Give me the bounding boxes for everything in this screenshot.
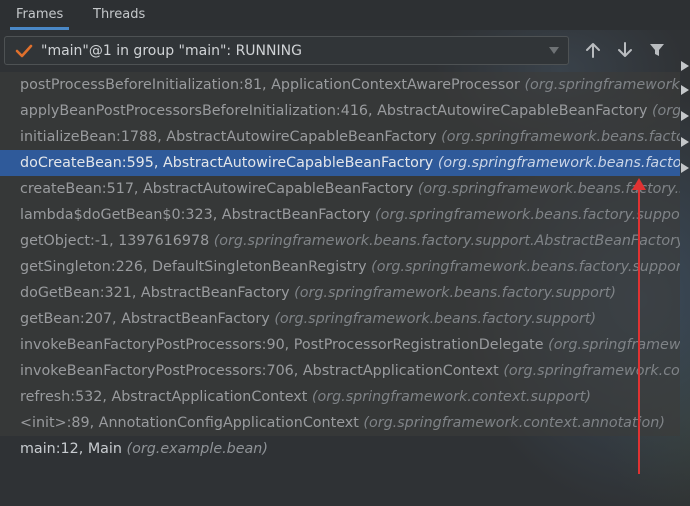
chevron-down-icon[interactable] bbox=[549, 47, 559, 55]
frame-method: initializeBean:1788, AbstractAutowireCap… bbox=[20, 129, 442, 145]
arrow-up-icon[interactable] bbox=[584, 41, 602, 59]
frame-row[interactable]: initializeBean:1788, AbstractAutowireCap… bbox=[0, 124, 680, 150]
frame-row[interactable]: refresh:532, AbstractApplicationContext … bbox=[0, 384, 680, 410]
arrow-down-icon[interactable] bbox=[616, 41, 634, 59]
thread-selector-value: "main"@1 in group "main": RUNNING bbox=[41, 43, 302, 59]
frame-method: <init>:89, AnnotationConfigApplicationCo… bbox=[20, 415, 364, 431]
frame-method: getSingleton:226, DefaultSingletonBeanRe… bbox=[20, 259, 372, 275]
frame-row[interactable]: <init>:89, AnnotationConfigApplicationCo… bbox=[0, 410, 680, 436]
tab-frames[interactable]: Frames bbox=[10, 0, 70, 30]
frame-package: (org.springframework.beans.factory.suppo… bbox=[213, 233, 680, 249]
frame-method: main:12, Main bbox=[20, 441, 127, 457]
frame-package: (org.springframework.beans.factory.suppo… bbox=[274, 311, 597, 327]
frame-method: refresh:532, AbstractApplicationContext bbox=[20, 389, 312, 405]
frame-method: doGetBean:321, AbstractBeanFactory bbox=[20, 285, 295, 301]
frame-row[interactable]: applyBeanPostProcessorsBeforeInitializat… bbox=[0, 98, 680, 124]
thread-selector-dropdown[interactable]: "main"@1 in group "main": RUNNING bbox=[4, 36, 569, 65]
frame-row[interactable]: getObject:-1, 1397616978 (org.springfram… bbox=[0, 228, 680, 254]
frame-method: doCreateBean:595, AbstractAutowireCapabl… bbox=[20, 155, 438, 171]
play-icon[interactable] bbox=[680, 136, 690, 148]
frame-method: postProcessBeforeInitialization:81, Appl… bbox=[20, 77, 525, 93]
play-icon[interactable] bbox=[680, 84, 690, 96]
annotation-arrow bbox=[632, 178, 646, 474]
frame-method: invokeBeanFactoryPostProcessors:90, Post… bbox=[20, 337, 549, 353]
play-icon[interactable] bbox=[680, 162, 690, 174]
frame-row[interactable]: main:12, Main (org.example.bean) bbox=[0, 436, 680, 462]
frame-method: createBean:517, AbstractAutowireCapableB… bbox=[20, 181, 418, 197]
frame-row[interactable]: postProcessBeforeInitialization:81, Appl… bbox=[0, 72, 680, 98]
thread-selector-row: "main"@1 in group "main": RUNNING bbox=[0, 34, 690, 68]
play-icon[interactable] bbox=[680, 60, 690, 72]
frame-package: (org.springframework.beans.factory.suppo… bbox=[294, 285, 616, 301]
frame-row[interactable]: createBean:517, AbstractAutowireCapableB… bbox=[0, 176, 680, 202]
frame-package: (org.springframework.context.support) bbox=[548, 337, 680, 353]
tab-threads[interactable]: Threads bbox=[87, 0, 151, 30]
frame-method: applyBeanPostProcessorsBeforeInitializat… bbox=[20, 103, 652, 119]
frame-row[interactable]: getBean:207, AbstractBeanFactory (org.sp… bbox=[0, 306, 680, 332]
frame-package: (org.springframework.beans.factory.suppo… bbox=[441, 129, 680, 145]
filter-icon[interactable] bbox=[648, 41, 666, 59]
frame-row[interactable]: doGetBean:321, AbstractBeanFactory (org.… bbox=[0, 280, 680, 306]
frame-method: lambda$doGetBean$0:323, AbstractBeanFact… bbox=[20, 207, 375, 223]
frame-row-selected[interactable]: doCreateBean:595, AbstractAutowireCapabl… bbox=[0, 150, 680, 176]
frame-package: (org.springframework.context.support) bbox=[524, 77, 680, 93]
frames-list: postProcessBeforeInitialization:81, Appl… bbox=[0, 72, 680, 462]
frame-row[interactable]: invokeBeanFactoryPostProcessors:90, Post… bbox=[0, 332, 680, 358]
frame-method: invokeBeanFactoryPostProcessors:706, Abs… bbox=[20, 363, 504, 379]
frame-row[interactable]: invokeBeanFactoryPostProcessors:706, Abs… bbox=[0, 358, 680, 384]
frame-row[interactable]: lambda$doGetBean$0:323, AbstractBeanFact… bbox=[0, 202, 680, 228]
debugger-tab-bar: Frames Threads bbox=[0, 0, 690, 30]
frame-package: (org.springframework.beans.factory.suppo… bbox=[651, 103, 680, 119]
play-icon[interactable] bbox=[680, 110, 690, 122]
frame-package: (org.example.bean) bbox=[126, 441, 268, 457]
frame-package: (org.springframework.context.support) bbox=[503, 363, 680, 379]
frame-method: getBean:207, AbstractBeanFactory bbox=[20, 311, 275, 327]
frame-package: (org.springframework.context.support) bbox=[311, 389, 591, 405]
frame-package: (org.springframework.context.annotation) bbox=[363, 415, 665, 431]
frame-package: (org.springframework.beans.factory.suppo… bbox=[437, 155, 680, 171]
check-icon bbox=[15, 44, 33, 58]
frame-row[interactable]: getSingleton:226, DefaultSingletonBeanRe… bbox=[0, 254, 680, 280]
frame-method: getObject:-1, 1397616978 bbox=[20, 233, 214, 249]
